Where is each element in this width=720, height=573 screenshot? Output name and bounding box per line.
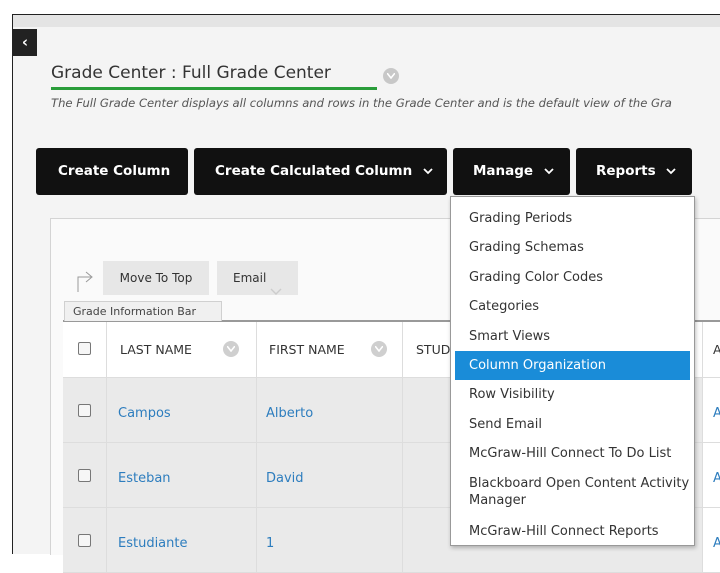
student-first-name-link[interactable]: Alberto	[266, 406, 313, 421]
row-checkbox[interactable]	[78, 534, 91, 547]
menu-item-smart-views[interactable]: Smart Views	[451, 322, 694, 351]
table-cell-next: A	[703, 443, 720, 508]
reports-label: Reports	[596, 163, 656, 179]
table-cell-first-name: Alberto	[257, 378, 403, 443]
arrow-right-icon	[75, 266, 95, 296]
create-calculated-column-button[interactable]: Create Calculated Column	[194, 148, 447, 195]
student-last-name-link[interactable]: Campos	[118, 406, 171, 421]
select-all-checkbox[interactable]	[78, 342, 91, 355]
page-title[interactable]: Grade Center : Full Grade Center	[51, 63, 331, 83]
header-first-name[interactable]: FIRST NAME	[257, 322, 403, 378]
move-to-top-button[interactable]: Move To Top	[103, 261, 209, 295]
column-header-label: FIRST NAME	[269, 342, 345, 357]
title-underline	[51, 87, 377, 90]
create-column-label: Create Column	[58, 163, 171, 179]
chevron-down-icon	[666, 148, 676, 195]
reports-button[interactable]: Reports	[576, 148, 692, 195]
header-select-cell	[63, 322, 107, 378]
column-options-icon[interactable]	[223, 341, 239, 357]
window-frame-top	[0, 0, 720, 15]
manage-button[interactable]: Manage	[453, 148, 570, 195]
cell-link[interactable]: A	[713, 536, 720, 551]
menu-item-grading-schemas[interactable]: Grading Schemas	[451, 233, 694, 262]
title-options-icon[interactable]	[383, 68, 399, 84]
grade-information-bar[interactable]: Grade Information Bar	[64, 301, 222, 321]
table-cell-first-name: 1	[257, 508, 403, 573]
chevron-down-icon	[423, 148, 433, 195]
table-cell-last-name: Estudiante	[107, 508, 257, 573]
table-cell-last-name: Esteban	[107, 443, 257, 508]
table-cell-first-name: David	[257, 443, 403, 508]
menu-item-row-visibility[interactable]: Row Visibility	[451, 380, 694, 409]
window-frame-left	[0, 14, 13, 554]
row-select-cell	[63, 378, 107, 443]
student-first-name-link[interactable]: 1	[266, 536, 274, 551]
menu-item-send-email[interactable]: Send Email	[451, 410, 694, 439]
create-calculated-column-label: Create Calculated Column	[215, 163, 413, 179]
row-checkbox[interactable]	[78, 404, 91, 417]
row-select-cell	[63, 508, 107, 573]
row-checkbox[interactable]	[78, 469, 91, 482]
page-top-strip	[13, 15, 720, 27]
row-select-cell	[63, 443, 107, 508]
cell-link[interactable]: A	[713, 471, 720, 486]
email-label: Email	[233, 271, 267, 285]
menu-item-mcgraw-hill-reports[interactable]: McGraw-Hill Connect Reports	[451, 517, 694, 546]
table-cell-next: A	[703, 508, 720, 573]
chevron-left-icon: ‹	[21, 33, 29, 51]
email-button[interactable]: Email	[217, 261, 298, 295]
header-next-column[interactable]: A	[703, 322, 720, 378]
menu-item-categories[interactable]: Categories	[451, 292, 694, 321]
menu-item-column-organization[interactable]: Column Organization	[455, 350, 690, 381]
cell-link[interactable]: A	[713, 406, 720, 421]
column-header-label: A	[713, 342, 720, 357]
manage-dropdown-menu: Grading Periods Grading Schemas Grading …	[450, 196, 695, 546]
student-first-name-link[interactable]: David	[266, 471, 304, 486]
create-column-button[interactable]: Create Column	[36, 148, 188, 195]
table-cell-next: A	[703, 378, 720, 443]
chevron-down-icon	[544, 148, 554, 195]
column-header-label: STUD	[416, 342, 451, 357]
menu-item-open-content-activity-manager[interactable]: Blackboard Open Content Activity Manager	[451, 469, 694, 517]
back-button[interactable]: ‹	[13, 29, 37, 56]
student-last-name-link[interactable]: Esteban	[118, 471, 171, 486]
menu-item-grading-periods[interactable]: Grading Periods	[451, 204, 694, 233]
manage-label: Manage	[473, 163, 534, 179]
menu-item-grading-color-codes[interactable]: Grading Color Codes	[451, 263, 694, 292]
page-description: The Full Grade Center displays all colum…	[51, 96, 672, 110]
menu-item-mcgraw-hill-to-do-list[interactable]: McGraw-Hill Connect To Do List	[451, 439, 694, 468]
student-last-name-link[interactable]: Estudiante	[118, 536, 188, 551]
column-header-label: LAST NAME	[120, 342, 192, 357]
column-options-icon[interactable]	[371, 341, 387, 357]
header-last-name[interactable]: LAST NAME	[107, 322, 257, 378]
table-cell-last-name: Campos	[107, 378, 257, 443]
